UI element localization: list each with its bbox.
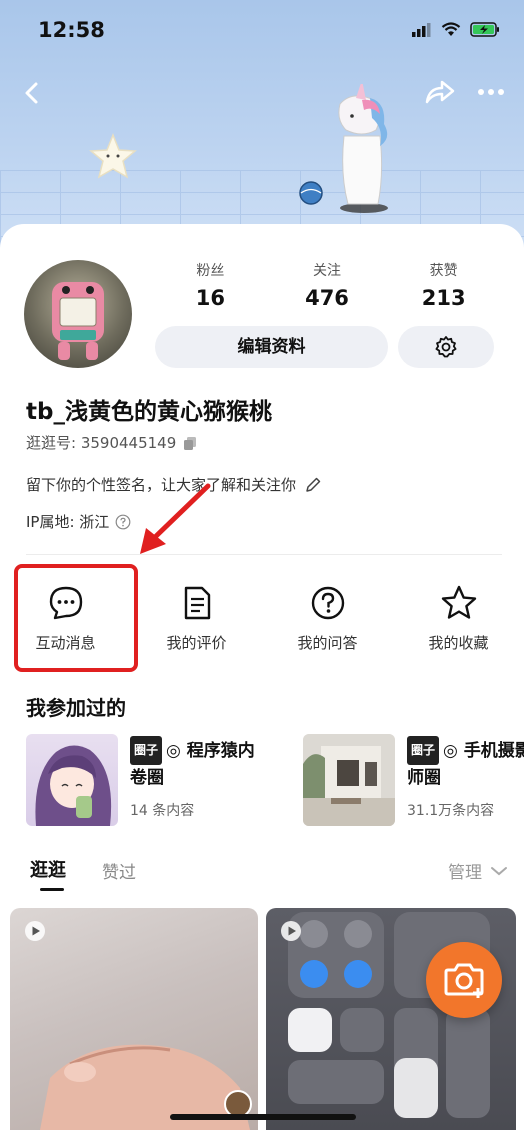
back-icon[interactable] <box>20 78 46 108</box>
stat-following[interactable]: 关注 476 <box>269 260 386 310</box>
circle-count: 31.1万条内容 <box>407 803 495 819</box>
document-icon <box>184 586 210 620</box>
wifi-icon <box>441 22 461 36</box>
circle-thumbnail <box>26 734 118 826</box>
stat-likes[interactable]: 获赞 213 <box>385 260 502 310</box>
user-id-row: 逛逛号: 3590445149 <box>26 432 198 453</box>
star-mascot-illustration <box>89 132 137 179</box>
circle-title: 圈子 ◎ 手机摄影师圈 <box>407 736 524 792</box>
manage-button[interactable]: 管理 <box>448 858 508 883</box>
question-circle-icon[interactable] <box>115 514 131 530</box>
action-my-reviews[interactable]: 我的评价 <box>131 574 262 664</box>
circle-count: 14 条内容 <box>130 803 195 819</box>
top-nav <box>0 74 524 114</box>
action-label: 我的收藏 <box>428 634 489 652</box>
control-center-screenshot <box>288 912 490 1118</box>
stat-value: 16 <box>195 286 225 310</box>
ball-illustration <box>299 181 323 205</box>
ip-location-row: IP属地: 浙江 <box>26 511 131 532</box>
circle-card-programmer[interactable]: 圈子 ◎ 程序猿内卷圈 14 条内容 <box>26 734 266 826</box>
action-label: 我的问答 <box>297 634 358 652</box>
circle-title: 圈子 ◎ 程序猿内卷圈 <box>130 736 270 792</box>
avatar[interactable] <box>24 260 132 368</box>
circle-card-photography[interactable]: 圈子 ◎ 手机摄影师圈 31.1万条内容 <box>303 734 524 826</box>
user-id: 逛逛号: 3590445149 <box>26 434 177 452</box>
edit-profile-button[interactable]: 编辑资料 <box>155 326 388 368</box>
tab-indicator <box>40 888 64 891</box>
ip-location: IP属地: 浙江 <box>26 513 110 531</box>
settings-button[interactable] <box>398 326 494 368</box>
home-indicator <box>170 1114 356 1120</box>
profile-stats: 粉丝 16 关注 476 获赞 213 <box>152 260 502 310</box>
hand-photo <box>40 1044 250 1130</box>
stat-label: 获赞 <box>429 263 458 279</box>
action-label: 我的评价 <box>166 634 227 652</box>
tab-browse[interactable]: 逛逛 <box>30 856 66 882</box>
star-icon <box>441 585 476 619</box>
status-bar: 12:58 <box>0 18 524 48</box>
tab-liked[interactable]: 赞过 <box>102 858 136 883</box>
circle-tag: 圈子 <box>407 736 440 765</box>
signal-icon <box>412 22 431 37</box>
action-my-qa[interactable]: 我的问答 <box>262 574 393 664</box>
divider <box>26 554 502 555</box>
content-tabs: 逛逛 赞过 管理 <box>0 852 524 892</box>
status-time: 12:58 <box>38 18 105 42</box>
play-icon <box>25 921 45 941</box>
circle-tag: 圈子 <box>130 736 163 765</box>
highlight-box-annotation <box>14 564 138 672</box>
red-arrow-annotation <box>140 483 211 554</box>
share-icon[interactable] <box>424 78 456 106</box>
username: tb_浅黄色的黄心猕猴桃 <box>26 399 272 425</box>
manage-label: 管理 <box>448 863 482 883</box>
joined-circles-title: 我参加过的 <box>26 696 126 720</box>
camera-post-button[interactable] <box>426 942 502 1018</box>
building-photo-thumbnail <box>303 734 395 826</box>
feed-card-video[interactable] <box>10 908 258 1130</box>
stat-value: 213 <box>421 286 466 310</box>
chevron-down-icon <box>491 866 507 875</box>
stat-value: 476 <box>305 286 349 310</box>
feed-card-control-center[interactable] <box>266 908 516 1130</box>
play-icon <box>281 921 301 941</box>
avatar-image <box>52 282 104 360</box>
gear-icon <box>435 336 457 358</box>
camera-plus-icon <box>444 963 484 998</box>
pencil-icon <box>306 477 321 492</box>
anime-girl-thumbnail <box>35 745 112 826</box>
profile-banner: 12:58 <box>0 0 524 260</box>
stat-label: 关注 <box>313 263 341 279</box>
question-icon <box>311 586 344 620</box>
battery-charging-icon <box>470 22 499 37</box>
stat-fans[interactable]: 粉丝 16 <box>152 260 269 310</box>
circle-thumbnail <box>303 734 395 826</box>
action-my-favorites[interactable]: 我的收藏 <box>393 574 524 664</box>
more-icon[interactable] <box>476 78 506 106</box>
copy-icon[interactable] <box>182 435 198 451</box>
stat-label: 粉丝 <box>196 263 225 279</box>
